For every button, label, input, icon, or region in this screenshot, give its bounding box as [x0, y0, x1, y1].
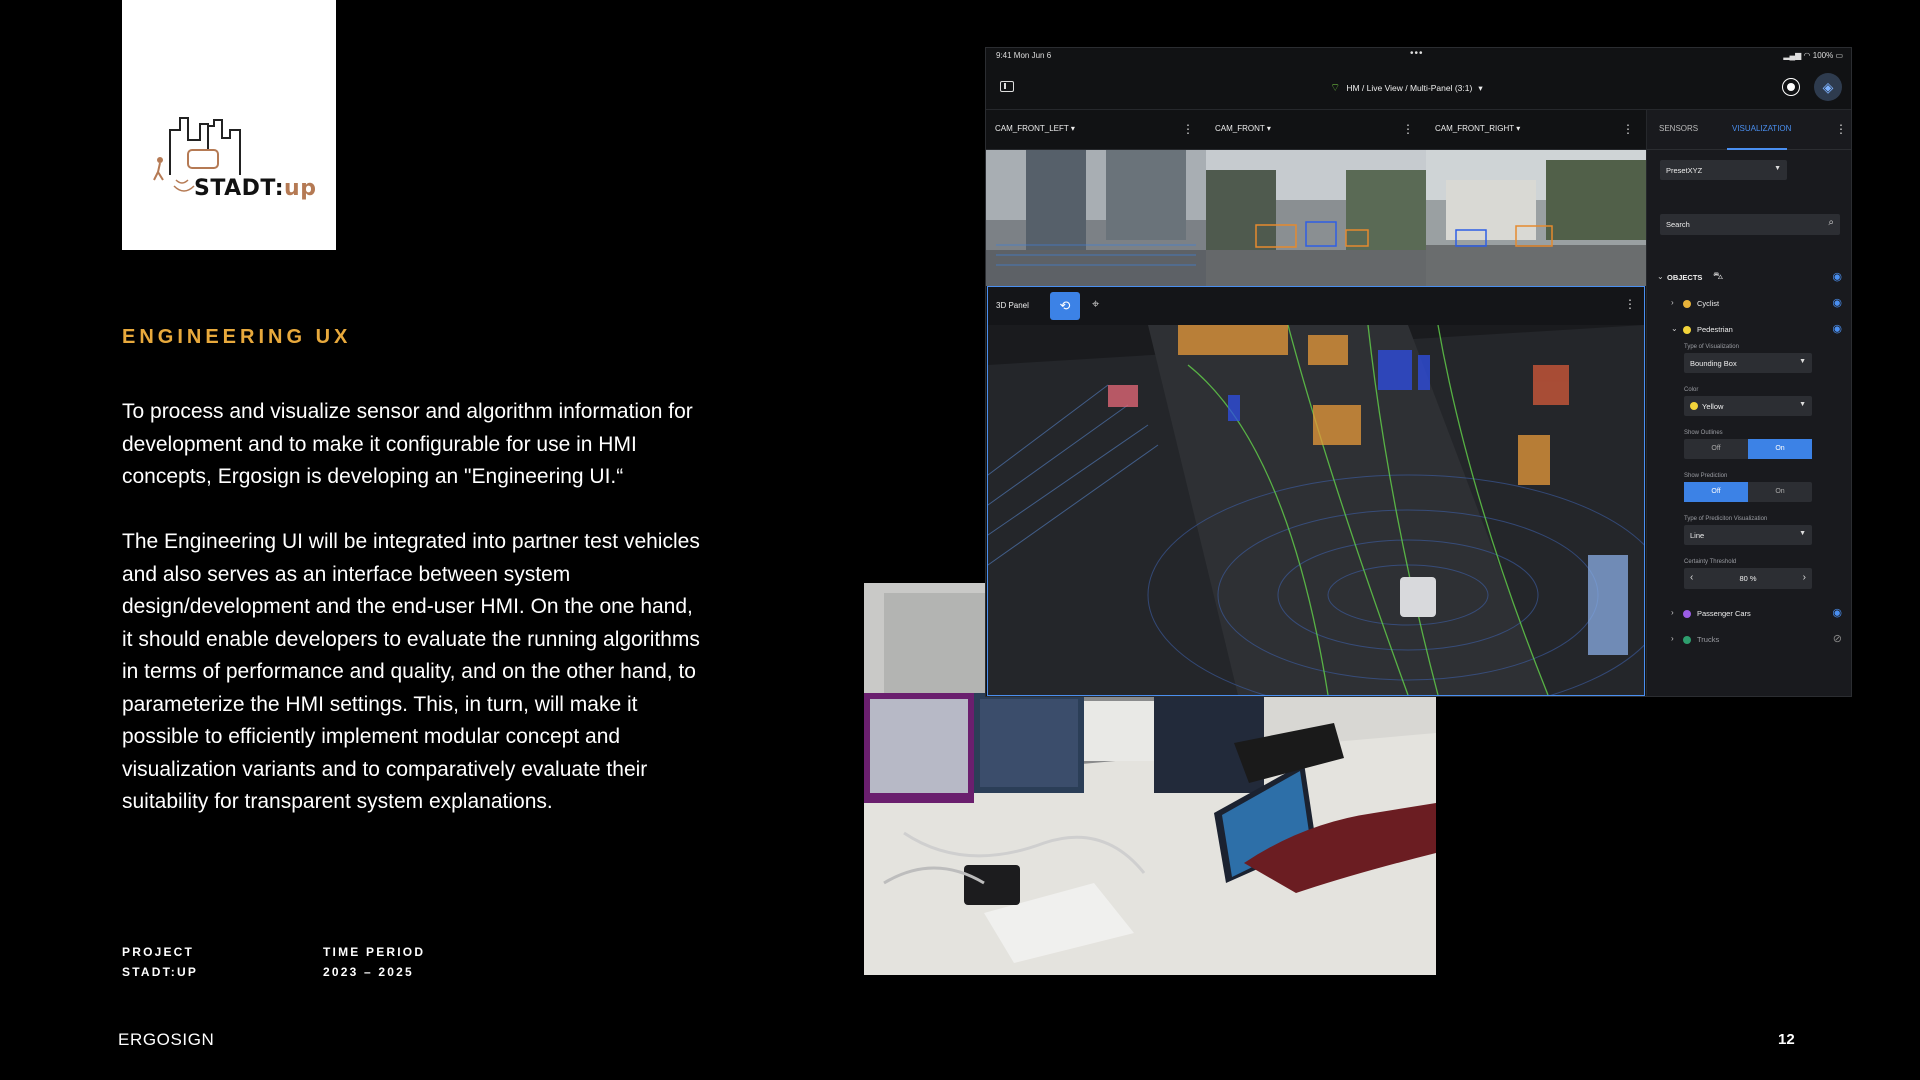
breadcrumb-text: HM / Live View / Multi-Panel (3:1)	[1346, 83, 1473, 93]
orbit-camera-icon[interactable]: ⟲	[1050, 292, 1080, 320]
period-value: 2023 – 2025	[323, 965, 414, 979]
camera-select-front[interactable]: CAM_FRONT ▾	[1215, 124, 1271, 133]
logo-wordmark: STADT:up	[194, 176, 317, 201]
breadcrumb[interactable]: ⌔ HM / Live View / Multi-Panel (3:1) ▾	[1330, 81, 1483, 95]
vis-type-label: Type of Visualization	[1684, 344, 1739, 350]
prediction-label: Show Prediction	[1684, 473, 1728, 479]
more-icon[interactable]: ⋮	[1835, 122, 1847, 136]
visualization-side-panel: SENSORS VISUALIZATION ⋮ PresetXYZ ▼ Searc…	[1646, 110, 1851, 696]
list-item-pedestrian[interactable]: ⌄ Pedestrian ◉	[1647, 321, 1851, 339]
chevron-right-icon: ›	[1671, 608, 1674, 617]
camera-select-front-right[interactable]: CAM_FRONT_RIGHT ▾	[1435, 124, 1520, 133]
brand-wordmark: ERGOSIGN	[118, 1030, 215, 1049]
chevron-down-icon: ⌄	[1657, 272, 1664, 281]
prediction-on-option[interactable]: On	[1748, 482, 1812, 502]
period-label: TIME PERIOD	[323, 945, 426, 959]
engineering-ui-tablet: 9:41 Mon Jun 6 ••• ▂▄▆ ◠ 100% ▭ ⌔ HM / L…	[985, 47, 1852, 697]
outlines-off-option[interactable]: Off	[1684, 439, 1748, 459]
3d-panel-title: 3D Panel	[996, 301, 1029, 310]
prediction-toggle: Off On	[1684, 482, 1812, 502]
page-number: 12	[1778, 1031, 1795, 1048]
side-panel-tabs: SENSORS VISUALIZATION ⋮	[1647, 110, 1851, 150]
lidar-scene[interactable]	[988, 325, 1644, 695]
chevron-down-icon: ▼	[1799, 530, 1806, 537]
chevron-down-icon: ▼	[1799, 401, 1806, 408]
color-dot	[1683, 326, 1691, 334]
stadtup-logo: STADT:up	[122, 0, 336, 250]
prediction-off-option[interactable]: Off	[1684, 482, 1748, 502]
project-value: STADT:UP	[122, 965, 199, 979]
camera-header-bar: CAM_FRONT_LEFT ▾ ⋮ CAM_FRONT ▾ ⋮ CAM_FRO…	[986, 110, 1646, 150]
3d-panel-header: 3D Panel ⟲ ⌖ ⋮	[988, 287, 1644, 325]
list-item-trucks[interactable]: › Trucks ⊘	[1647, 631, 1851, 649]
color-dot	[1683, 610, 1691, 618]
chevron-right-icon: ›	[1671, 298, 1674, 307]
description-paragraph: The Engineering UI will be integrated in…	[122, 530, 700, 813]
ego-vehicle	[1400, 577, 1436, 617]
car-icon: ⛍	[1713, 271, 1724, 282]
tab-visualization[interactable]: VISUALIZATION	[1732, 124, 1791, 133]
chevron-down-icon: ▼	[1799, 358, 1806, 365]
camera-feeds	[986, 150, 1646, 286]
vis-type-select[interactable]: Bounding Box ▼	[1684, 353, 1812, 373]
more-icon[interactable]: ⋮	[1624, 297, 1636, 311]
threshold-stepper: ‹ 80 % ›	[1684, 568, 1812, 589]
color-dot	[1683, 636, 1691, 644]
layers-icon[interactable]: ◈	[1814, 73, 1842, 101]
project-label: PROJECT	[122, 945, 195, 959]
list-item-cyclist[interactable]: › Cyclist ◉	[1647, 295, 1851, 313]
eye-off-icon[interactable]: ⊘	[1833, 632, 1842, 645]
color-dot	[1690, 402, 1698, 410]
color-dot	[1683, 300, 1691, 308]
chevron-down-icon: ⌄	[1671, 324, 1678, 333]
prediction-type-select[interactable]: Line ▼	[1684, 525, 1812, 545]
intro-paragraph: To process and visualize sensor and algo…	[122, 400, 693, 488]
status-time: 9:41 Mon Jun 6	[996, 51, 1052, 60]
camera-select-front-left[interactable]: CAM_FRONT_LEFT ▾	[995, 124, 1075, 133]
chevron-down-icon: ▾	[1478, 82, 1483, 93]
camera-feed-front	[1206, 150, 1426, 286]
eye-icon[interactable]: ◉	[1832, 322, 1842, 335]
multitask-dots[interactable]: •••	[1410, 48, 1424, 59]
city-skyline-icon	[153, 117, 241, 192]
status-bar: 9:41 Mon Jun 6 ••• ▂▄▆ ◠ 100% ▭	[986, 48, 1851, 64]
tab-sensors[interactable]: SENSORS	[1659, 124, 1698, 133]
connection-icon: ⌔	[1330, 82, 1341, 94]
active-tab-indicator	[1727, 148, 1787, 150]
section-title: ENGINEERING UX	[122, 326, 352, 348]
preset-select[interactable]: PresetXYZ ▼	[1660, 160, 1787, 180]
camera-feed-front-right	[1426, 150, 1646, 286]
more-icon[interactable]: ⋮	[1402, 122, 1414, 136]
increment-icon[interactable]: ›	[1803, 572, 1806, 583]
follow-vehicle-icon[interactable]: ⌖	[1092, 296, 1099, 312]
sidebar-toggle-icon[interactable]	[1000, 81, 1014, 92]
outlines-on-option[interactable]: On	[1748, 439, 1812, 459]
search-icon: ⌕	[1828, 217, 1834, 228]
eye-icon[interactable]: ◉	[1832, 606, 1842, 619]
battery-percent: 100%	[1812, 51, 1834, 60]
3d-panel: 3D Panel ⟲ ⌖ ⋮	[987, 286, 1645, 696]
outlines-toggle: Off On	[1684, 439, 1812, 459]
eye-icon[interactable]: ◉	[1832, 296, 1842, 309]
color-select[interactable]: Yellow ▼	[1684, 396, 1812, 416]
record-icon[interactable]	[1782, 78, 1800, 96]
search-input[interactable]: Search ⌕	[1660, 214, 1840, 235]
prediction-type-label: Type of Prediciton Visualization	[1684, 516, 1768, 522]
threshold-label: Certainty Threshold	[1684, 559, 1737, 565]
camera-feed-front-left	[986, 150, 1206, 286]
more-icon[interactable]: ⋮	[1622, 122, 1634, 136]
more-icon[interactable]: ⋮	[1182, 122, 1194, 136]
list-item-passenger-cars[interactable]: › Passenger Cars ◉	[1647, 605, 1851, 623]
objects-group-header[interactable]: ⌄ OBJECTS ⛍ ◉	[1647, 269, 1851, 287]
battery-status: ▂▄▆ ◠ 100% ▭	[1783, 51, 1843, 60]
color-label: Color	[1684, 387, 1699, 393]
outlines-label: Show Outlines	[1684, 430, 1723, 436]
chevron-down-icon: ▼	[1774, 165, 1781, 172]
chevron-right-icon: ›	[1671, 634, 1674, 643]
eye-icon[interactable]: ◉	[1832, 270, 1842, 283]
top-bar: ⌔ HM / Live View / Multi-Panel (3:1) ▾ ◈	[986, 64, 1851, 110]
